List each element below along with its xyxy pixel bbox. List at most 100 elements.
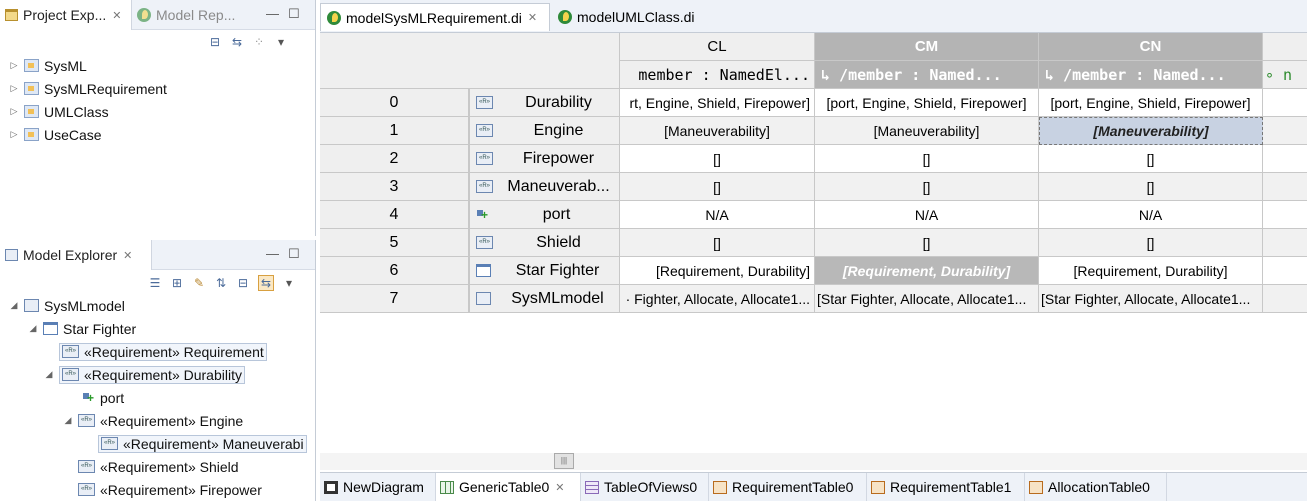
table-cell[interactable]: N/A	[815, 201, 1039, 229]
row-index[interactable]: 7	[320, 285, 469, 313]
filters-icon[interactable]: ⁘	[252, 35, 266, 49]
tree-item-shield[interactable]: «R» «Requirement» Shield	[62, 455, 239, 478]
row-header[interactable]: port	[469, 201, 620, 229]
column-subheader-cm[interactable]: ↳ /member : Named...	[815, 61, 1039, 89]
tree-item-usecase[interactable]: ▷ UseCase	[8, 123, 102, 146]
tree-item-sysml[interactable]: ▷ SysML	[8, 54, 87, 77]
view-menu-icon[interactable]: ▾	[282, 276, 296, 290]
expand-icon[interactable]: ▷	[8, 129, 20, 140]
table-cell[interactable]: [Maneuverability]	[620, 117, 815, 145]
link-with-editor-icon[interactable]: ⇆	[258, 275, 274, 291]
tree-item-firepower[interactable]: «R» «Requirement» Firepower	[62, 478, 262, 501]
tab-model-repository[interactable]: Model Rep...	[137, 0, 257, 30]
table-cell[interactable]: [Maneuverability]	[815, 117, 1039, 145]
collapse-icon[interactable]: ◢	[8, 300, 20, 311]
expand-icon[interactable]: ▷	[8, 83, 20, 94]
column-subheader-cl[interactable]: member : NamedEl...	[620, 61, 815, 89]
table-cell[interactable]: []	[1039, 229, 1263, 257]
table-cell[interactable]: · Fighter, Allocate, Allocate1...	[620, 285, 815, 313]
tree-item-star-fighter[interactable]: ◢ Star Fighter	[27, 317, 137, 340]
table-cell[interactable]	[1263, 285, 1307, 313]
tab-model-uml-class[interactable]: modelUMLClass.di	[552, 3, 712, 31]
column-header-cl[interactable]: CL	[620, 33, 815, 61]
table-cell[interactable]: [port, Engine, Shield, Firepower]	[1039, 89, 1263, 117]
column-subheader-next[interactable]: ∘ n	[1263, 61, 1307, 89]
tab-new-diagram[interactable]: NewDiagram	[320, 473, 436, 501]
collapse-all-icon[interactable]: ⊟	[208, 35, 222, 49]
row-header[interactable]: «R» Maneuverab...	[469, 173, 620, 201]
row-header[interactable]: «R» Firepower	[469, 145, 620, 173]
table-cell[interactable]: [Star Fighter, Allocate, Allocate1...	[1039, 285, 1263, 313]
row-index[interactable]: 1	[320, 117, 469, 145]
tab-model-sysml-requirement[interactable]: modelSysMLRequirement.di ✕	[320, 3, 550, 31]
table-cell[interactable]: []	[620, 173, 815, 201]
row-index[interactable]: 0	[320, 89, 469, 117]
tree-item-port[interactable]: port	[66, 386, 124, 409]
close-icon[interactable]: ✕	[555, 481, 564, 494]
minimize-icon[interactable]: —	[266, 6, 279, 21]
column-header-cn[interactable]: CN	[1039, 33, 1263, 61]
minimize-icon[interactable]: —	[266, 246, 279, 261]
column-header-next[interactable]	[1263, 33, 1307, 61]
horizontal-scrollbar[interactable]: |||	[320, 453, 1307, 470]
table-cell[interactable]	[1263, 173, 1307, 201]
sort-az-icon[interactable]: ⇅	[214, 276, 228, 290]
table-cell[interactable]: []	[1039, 145, 1263, 173]
row-index[interactable]: 2	[320, 145, 469, 173]
tree-item-requirement[interactable]: «R» «Requirement» Requirement	[43, 340, 267, 363]
view-menu-icon[interactable]: ▾	[274, 35, 288, 49]
table-cell[interactable]: []	[815, 229, 1039, 257]
link-with-editor-icon[interactable]: ⇆	[230, 35, 244, 49]
maximize-icon[interactable]: ☐	[288, 246, 300, 262]
edit-icon[interactable]: ✎	[192, 276, 206, 290]
row-index[interactable]: 6	[320, 257, 469, 285]
tab-allocation-table0[interactable]: AllocationTable0	[1025, 473, 1167, 501]
tree-item-sysmlrequirement[interactable]: ▷ SysMLRequirement	[8, 77, 167, 100]
table-cell[interactable]: [Requirement, Durability]	[1039, 257, 1263, 285]
scrollbar-thumb[interactable]: |||	[554, 453, 574, 469]
table-cell[interactable]: [Requirement, Durability]	[620, 257, 815, 285]
table-cell[interactable]: [Star Fighter, Allocate, Allocate1...	[815, 285, 1039, 313]
tree-item-umlclass[interactable]: ▷ UMLClass	[8, 100, 109, 123]
row-header[interactable]: «R» Durability	[469, 89, 620, 117]
tree-item-maneuverability[interactable]: «R» «Requirement» Maneuverabi	[82, 432, 307, 455]
table-cell[interactable]	[1263, 229, 1307, 257]
close-icon[interactable]: ✕	[123, 249, 132, 262]
table-cell[interactable]	[1263, 145, 1307, 173]
row-index[interactable]: 4	[320, 201, 469, 229]
table-cell[interactable]: [Requirement, Durability]	[815, 257, 1039, 285]
tab-requirement-table1[interactable]: RequirementTable1	[867, 473, 1025, 501]
collapse-icon[interactable]: ◢	[62, 415, 74, 426]
expand-icon[interactable]: ▷	[8, 106, 20, 117]
tab-model-explorer[interactable]: Model Explorer ✕	[0, 240, 152, 270]
table-cell[interactable]: [port, Engine, Shield, Firepower]	[815, 89, 1039, 117]
row-header[interactable]: Star Fighter	[469, 257, 620, 285]
table-cell[interactable]	[1263, 201, 1307, 229]
row-header[interactable]: «R» Shield	[469, 229, 620, 257]
table-cell[interactable]	[1263, 89, 1307, 117]
tree-item-sysmlmodel[interactable]: ◢ SysMLmodel	[8, 294, 125, 317]
collapse-icon[interactable]: ◢	[27, 323, 39, 334]
tab-generic-table0[interactable]: GenericTable0 ✕	[436, 473, 581, 501]
table-cell[interactable]: rt, Engine, Shield, Firepower]	[620, 89, 815, 117]
tab-requirement-table0[interactable]: RequirementTable0	[709, 473, 867, 501]
maximize-icon[interactable]: ☐	[288, 6, 300, 22]
table-cell[interactable]: []	[815, 145, 1039, 173]
tree-icon[interactable]: ⊞	[170, 276, 184, 290]
tree-item-engine[interactable]: ◢ «R» «Requirement» Engine	[62, 409, 244, 432]
column-subheader-cn[interactable]: ↳ /member : Named...	[1039, 61, 1263, 89]
close-icon[interactable]: ✕	[112, 9, 121, 22]
table-cell[interactable]: N/A	[1039, 201, 1263, 229]
table-cell[interactable]: [Maneuverability]	[1039, 117, 1263, 145]
collapse-icon[interactable]: ◢	[43, 369, 55, 380]
table-cell[interactable]: []	[620, 145, 815, 173]
table-cell[interactable]: []	[815, 173, 1039, 201]
table-cell[interactable]	[1263, 117, 1307, 145]
close-icon[interactable]: ✕	[528, 11, 537, 24]
table-cell[interactable]	[1263, 257, 1307, 285]
tree-item-durability[interactable]: ◢ «R» «Requirement» Durability	[43, 363, 245, 386]
row-index[interactable]: 3	[320, 173, 469, 201]
tab-project-explorer[interactable]: Project Exp... ✕	[0, 0, 132, 30]
row-header[interactable]: «R» Engine	[469, 117, 620, 145]
row-index[interactable]: 5	[320, 229, 469, 257]
